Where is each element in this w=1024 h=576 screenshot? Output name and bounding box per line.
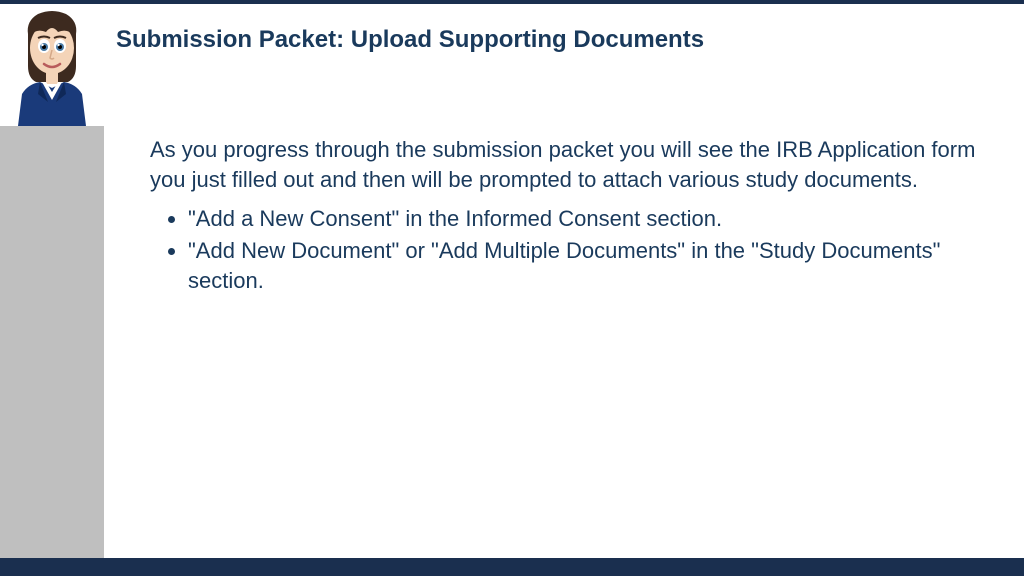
person-avatar-icon [8, 6, 96, 126]
top-border [0, 0, 1024, 4]
bottom-border [0, 558, 1024, 576]
list-item: "Add a New Consent" in the Informed Cons… [188, 204, 984, 234]
avatar-image [8, 6, 96, 126]
page-title: Submission Packet: Upload Supporting Doc… [116, 26, 704, 54]
intro-paragraph: As you progress through the submission p… [150, 135, 984, 194]
sidebar-placeholder [0, 126, 104, 558]
content-body: As you progress through the submission p… [150, 135, 984, 297]
list-item: "Add New Document" or "Add Multiple Docu… [188, 236, 984, 295]
bullet-list: "Add a New Consent" in the Informed Cons… [150, 204, 984, 295]
